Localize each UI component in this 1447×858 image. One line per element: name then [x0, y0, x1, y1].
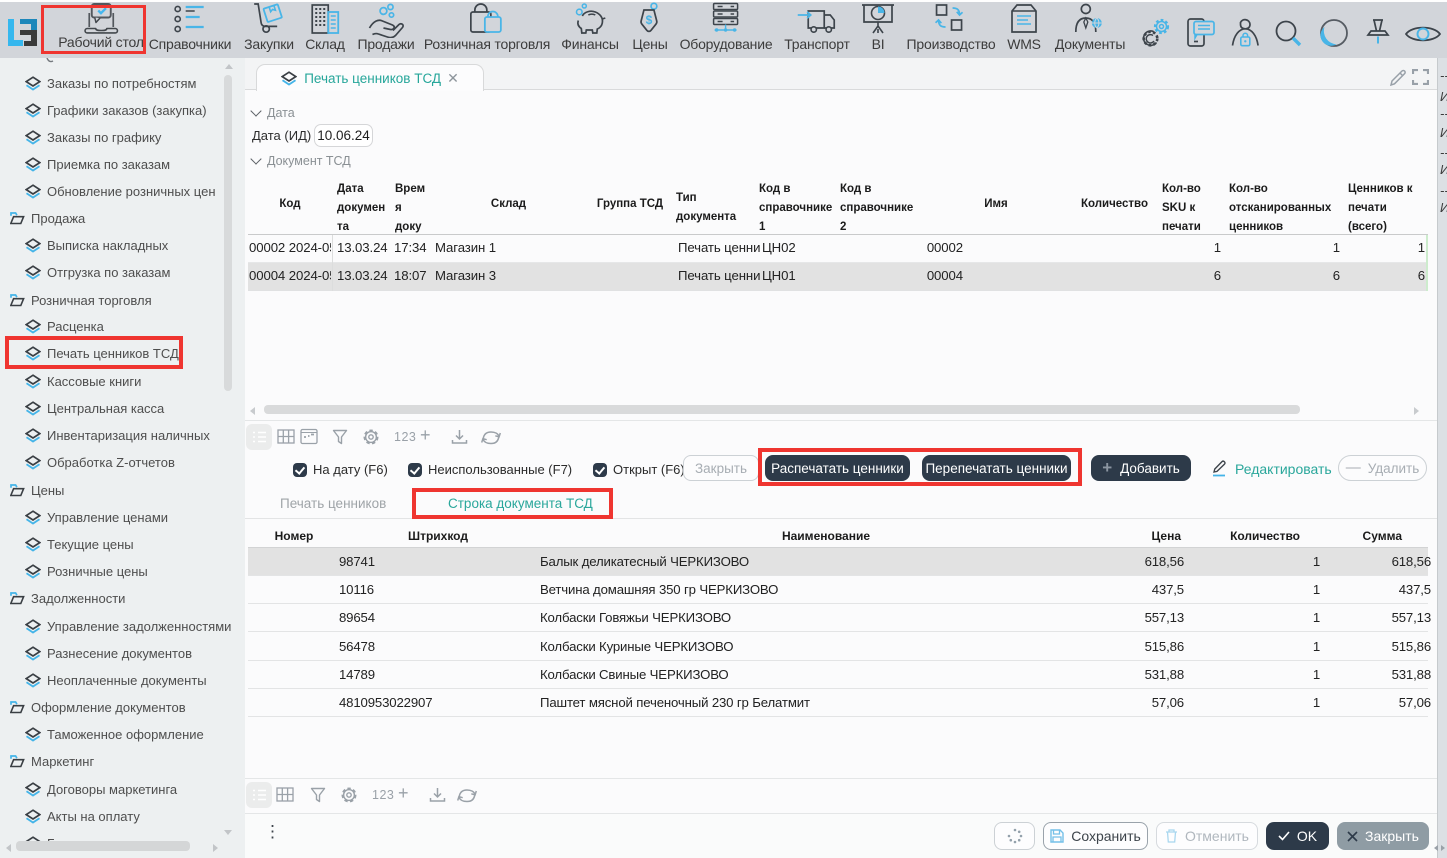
svg-text:$: $	[645, 13, 652, 27]
